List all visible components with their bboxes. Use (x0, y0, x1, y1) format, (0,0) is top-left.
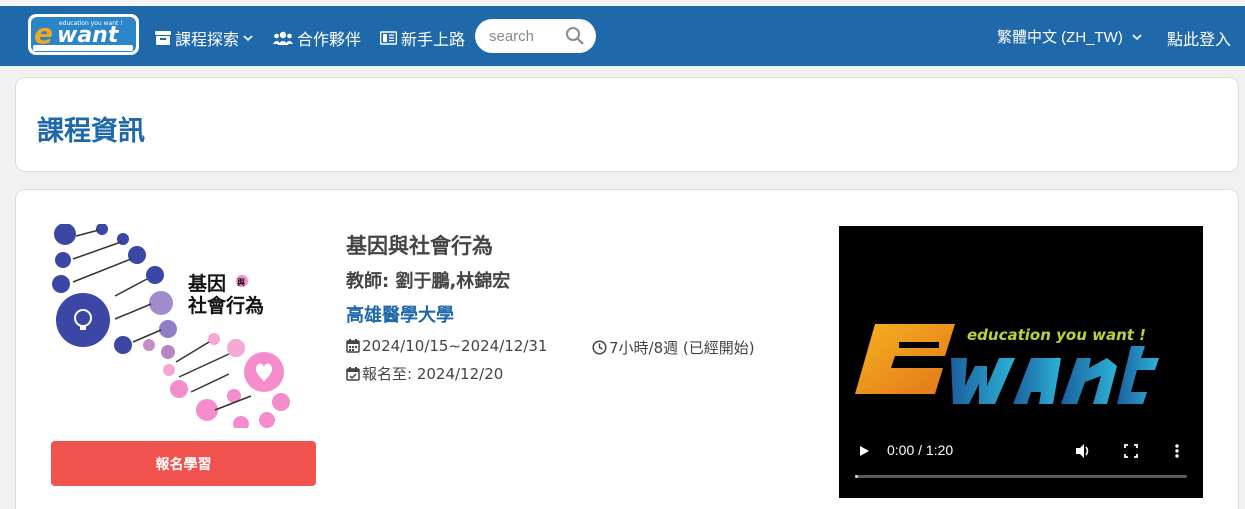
volume-icon[interactable] (1073, 442, 1093, 460)
top-navbar: e want education you want ! 課程探索 合作夥伴 新手… (0, 0, 1245, 66)
course-school-link[interactable]: 高雄醫學大學 (346, 301, 454, 327)
language-label: 繁體中文 (ZH_TW) (997, 29, 1123, 46)
ewant-logo[interactable]: e want education you want ! (27, 13, 140, 56)
login-label: 點此登入 (1167, 30, 1232, 49)
nav-partners-label: 合作夥伴 (297, 30, 362, 49)
video-logo-tagline: education you want ! (967, 326, 1146, 344)
language-selector[interactable]: 繁體中文 (ZH_TW) (997, 26, 1143, 47)
video-time: 0:00 / 1:20 (887, 442, 954, 458)
search-icon[interactable] (565, 26, 585, 46)
cover-title-line1: 基因 (187, 272, 226, 295)
video-progress-fill (855, 475, 859, 478)
nav-partners[interactable]: 合作夥伴 (273, 26, 361, 50)
cover-title-small: 與 (237, 277, 245, 287)
archive-icon (155, 31, 171, 45)
course-duration: 7小時/8週 (已經開始) (592, 337, 755, 358)
nav-course-explore-label: 課程探索 (175, 30, 240, 49)
nav-getting-started-label: 新手上路 (401, 30, 466, 49)
enroll-deadline-text: 報名至: 2024/12/20 (362, 365, 504, 383)
nav-course-explore[interactable]: 課程探索 (155, 26, 253, 50)
play-icon[interactable] (855, 442, 873, 460)
calendar-check-icon (346, 366, 360, 381)
clock-icon (592, 340, 607, 355)
fullscreen-icon[interactable] (1123, 442, 1139, 460)
book-icon (380, 31, 397, 45)
calendar-icon (346, 339, 360, 353)
course-intro-video[interactable]: education you want ! 0:00 / 1:20 (839, 226, 1203, 498)
chevron-down-icon (243, 35, 253, 42)
chevron-down-icon (1132, 33, 1142, 40)
course-dates: 2024/10/15~2024/12/31 (346, 337, 547, 355)
search-box (475, 19, 596, 53)
course-cover-image: 基因 與 社會行為 (52, 224, 290, 428)
login-link[interactable]: 點此登入 (1167, 26, 1231, 50)
search-input[interactable] (489, 26, 563, 46)
page-title: 課程資訊 (37, 116, 145, 147)
users-icon (273, 31, 293, 45)
course-duration-text: 7小時/8週 (已經開始) (609, 339, 755, 357)
page-title-card: 課程資訊 (15, 77, 1239, 172)
course-dates-text: 2024/10/15~2024/12/31 (362, 337, 548, 355)
ewant-video-logo: education you want ! (855, 324, 1159, 404)
more-options-icon[interactable] (1173, 442, 1181, 460)
enroll-deadline: 報名至: 2024/12/20 (346, 363, 503, 384)
dna-illustration (52, 224, 290, 428)
course-name: 基因與社會行為 (346, 234, 493, 258)
svg-text:education you want !: education you want ! (59, 20, 123, 27)
nav-getting-started[interactable]: 新手上路 (380, 26, 465, 50)
video-progress-bar[interactable] (855, 475, 1187, 478)
course-teacher: 教師: 劉于鵬,林錦宏 (346, 271, 511, 292)
enroll-button[interactable]: 報名學習 (51, 441, 316, 486)
cover-title-line2: 社會行為 (187, 294, 264, 317)
